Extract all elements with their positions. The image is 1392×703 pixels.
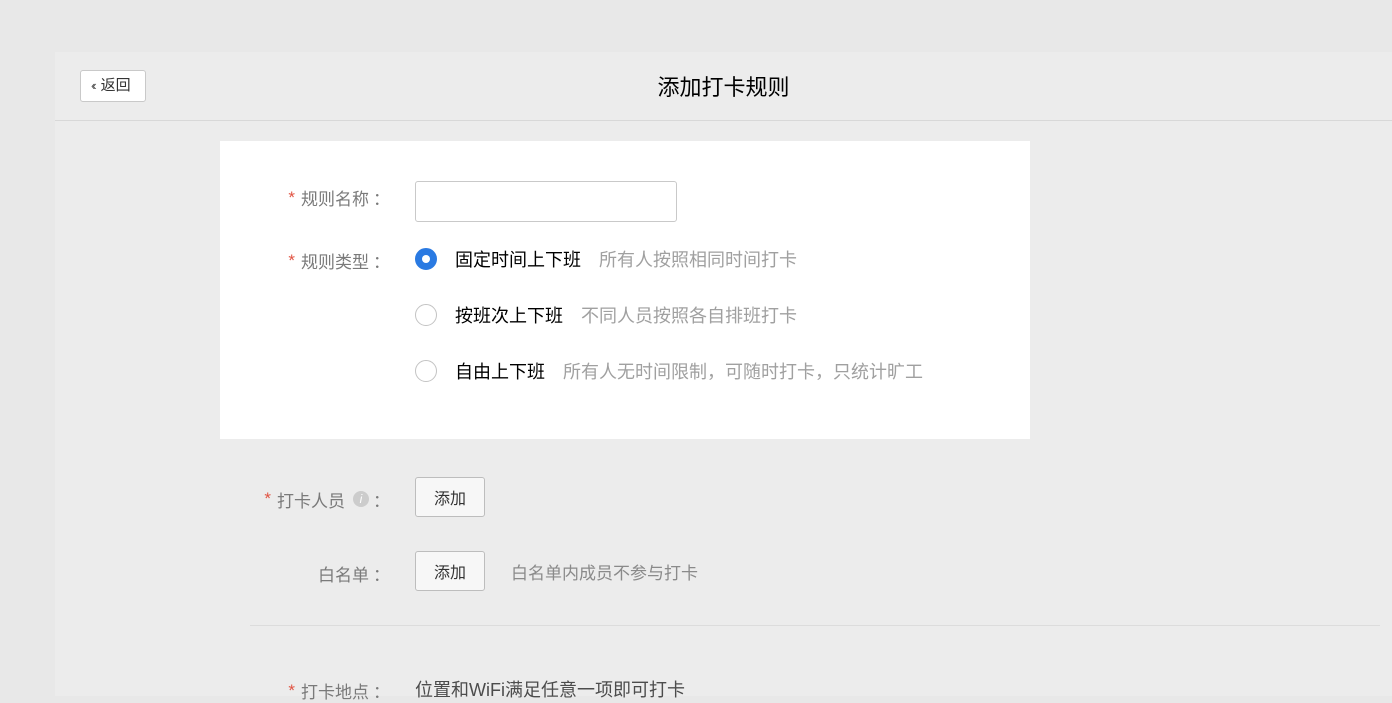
add-members-button[interactable]: 添加 (415, 477, 485, 517)
rule-name-label: * 规则名称： (220, 181, 390, 210)
required-asterisk: * (264, 489, 271, 509)
rule-name-input[interactable] (415, 181, 677, 222)
header-bar: ‹‹ 返回 添加打卡规则 (55, 52, 1392, 121)
radio-title: 按班次上下班 (455, 302, 563, 328)
add-whitelist-button[interactable]: 添加 (415, 551, 485, 591)
rule-type-label: * 规则类型： (220, 244, 390, 273)
back-button[interactable]: ‹‹ 返回 (80, 70, 146, 102)
radio-icon (415, 360, 437, 382)
location-row: * 打卡地点： 位置和WiFi满足任意一项即可打卡 (55, 674, 1392, 703)
required-asterisk: * (288, 681, 295, 701)
rule-type-radio-group: 固定时间上下班 所有人按照相同时间打卡 按班次上下班 不同人员按照各自排班打卡 … (415, 244, 923, 384)
location-text: 位置和WiFi满足任意一项即可打卡 (415, 676, 685, 702)
radio-desc: 所有人按照相同时间打卡 (599, 246, 797, 272)
clock-members-label: * 打卡人员 i ： (55, 483, 390, 512)
form-area: * 规则名称： * 规则类型： 固定时间上下班 所有人按照相同时间打卡 (55, 141, 1392, 703)
radio-desc: 所有人无时间限制，可随时打卡，只统计旷工 (563, 358, 923, 384)
radio-icon (415, 304, 437, 326)
members-section: * 打卡人员 i ： 添加 白名单： 添加 白名单内成员不参与打卡 (55, 439, 1392, 591)
radio-title: 固定时间上下班 (455, 246, 581, 272)
radio-shift[interactable]: 按班次上下班 不同人员按照各自排班打卡 (415, 302, 923, 328)
radio-free[interactable]: 自由上下班 所有人无时间限制，可随时打卡，只统计旷工 (415, 358, 923, 384)
chevron-left-double-icon: ‹‹ (91, 78, 94, 94)
radio-icon (415, 248, 437, 270)
info-icon[interactable]: i (353, 491, 369, 507)
location-section: * 打卡地点： 位置和WiFi满足任意一项即可打卡 (55, 626, 1392, 703)
required-asterisk: * (288, 188, 295, 208)
rule-basics-card: * 规则名称： * 规则类型： 固定时间上下班 所有人按照相同时间打卡 (220, 141, 1030, 439)
location-label: * 打卡地点： (55, 674, 390, 703)
rule-type-row: * 规则类型： 固定时间上下班 所有人按照相同时间打卡 按班次上下班 不同人员按… (220, 244, 990, 384)
back-button-label: 返回 (101, 77, 131, 95)
rule-name-row: * 规则名称： (220, 181, 990, 222)
whitelist-row: 白名单： 添加 白名单内成员不参与打卡 (55, 551, 1392, 591)
whitelist-hint: 白名单内成员不参与打卡 (511, 559, 698, 584)
radio-title: 自由上下班 (455, 358, 545, 384)
radio-desc: 不同人员按照各自排班打卡 (581, 302, 797, 328)
page-title: 添加打卡规则 (55, 70, 1392, 102)
page-container: ‹‹ 返回 添加打卡规则 * 规则名称： * 规则类型： (55, 52, 1392, 696)
radio-fixed-time[interactable]: 固定时间上下班 所有人按照相同时间打卡 (415, 246, 923, 272)
required-asterisk: * (288, 251, 295, 271)
whitelist-label: 白名单： (55, 557, 390, 586)
clock-members-row: * 打卡人员 i ： 添加 (55, 477, 1392, 517)
